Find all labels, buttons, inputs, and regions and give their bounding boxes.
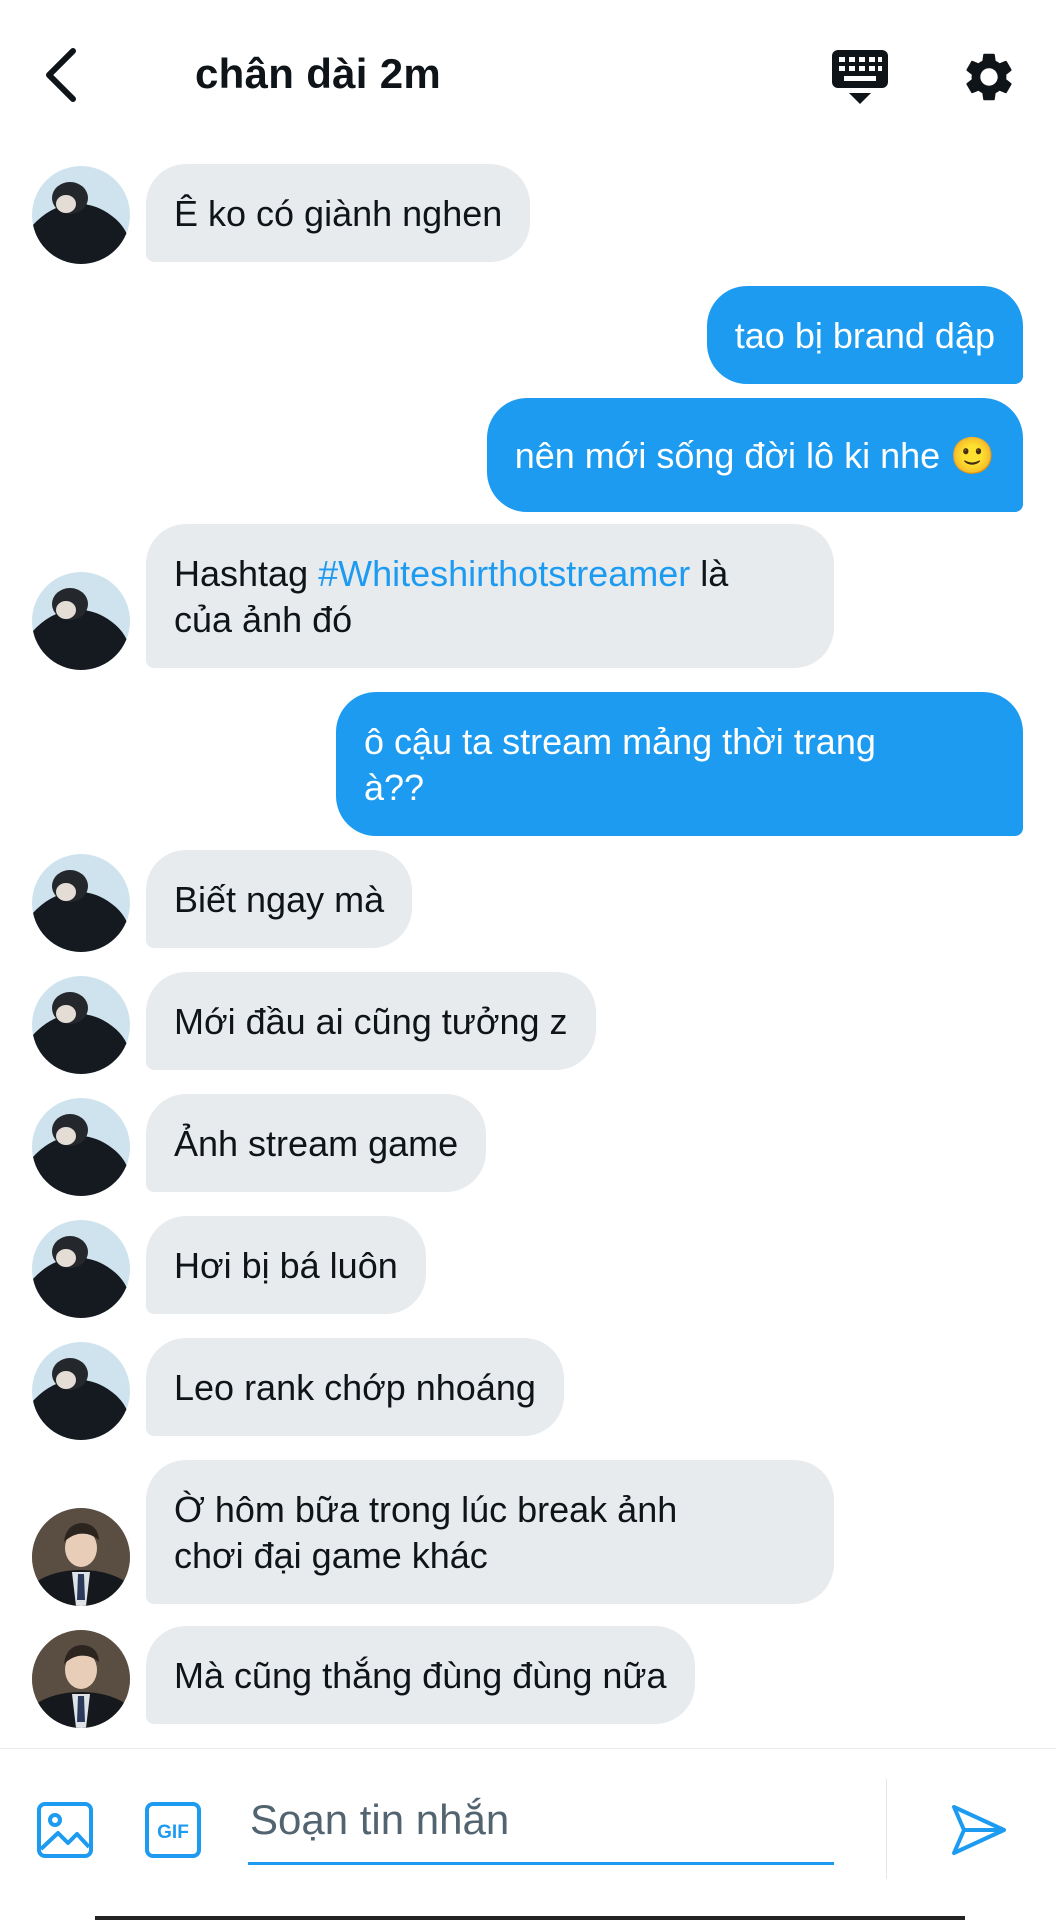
message-incoming: Hơi bị bá luôn: [146, 1216, 426, 1314]
message-incoming: Ờ hôm bữa trong lúc break ảnh chơi đại g…: [146, 1460, 834, 1604]
gif-icon: GIF: [145, 1802, 201, 1858]
conversation-title: chân dài 2m: [195, 50, 442, 97]
message-incoming: Leo rank chớp nhoáng: [146, 1338, 564, 1436]
chevron-left-icon: [46, 48, 76, 102]
message-outgoing: ô cậu ta stream mảng thời trang à??: [336, 692, 1023, 836]
keyboard-icon: [832, 50, 888, 104]
message-incoming: Biết ngay mà: [146, 850, 413, 948]
message-text: Hơi bị bá luôn: [146, 1216, 426, 1314]
message-incoming: Ê ko có giành nghen: [146, 164, 531, 262]
avatar-image: [32, 1098, 130, 1196]
message-outgoing: nên mới sống đời lô ki nhe 🙂: [486, 398, 1023, 512]
avatar-image: [32, 1508, 130, 1606]
divider: [886, 1779, 887, 1879]
message-text: Leo rank chớp nhoáng: [146, 1338, 564, 1436]
message-text: Ê ko có giành nghen: [146, 164, 531, 262]
avatar-image: [32, 1220, 130, 1318]
keyboard-button[interactable]: [830, 46, 890, 108]
avatar[interactable]: [32, 976, 130, 1074]
message-text: Hashtag #Whiteshirthotstreamer là của ản…: [146, 524, 834, 668]
send-icon: [952, 1805, 1006, 1855]
message-text-line1: ô cậu ta stream mảng thời trang: [364, 721, 876, 762]
avatar-image: [32, 1342, 130, 1440]
message-composer: GIF: [0, 1748, 1056, 1920]
hashtag-link[interactable]: #Whiteshirthotstreamer: [318, 553, 690, 594]
message-text-line2: chơi đại game khác: [174, 1535, 488, 1576]
message-input[interactable]: [248, 1777, 834, 1865]
message-text-line2: à??: [364, 767, 425, 808]
message-text: Mới đầu ai cũng tưởng z: [146, 972, 596, 1070]
message-incoming: Mà cũng thắng đùng đùng nữa: [146, 1626, 695, 1724]
home-indicator: [95, 1916, 965, 1920]
avatar-image: [32, 854, 130, 952]
avatar[interactable]: [32, 854, 130, 952]
message-text-suffix: là: [690, 553, 729, 594]
message-outgoing: tao bị brand dập: [706, 286, 1023, 384]
message-text: tao bị brand dập: [706, 286, 1023, 384]
avatar[interactable]: [32, 1630, 130, 1728]
message-text: nên mới sống đời lô ki nhe 🙂: [486, 398, 1023, 512]
message-text-line1: Ờ hôm bữa trong lúc break ảnh: [174, 1489, 678, 1530]
avatar[interactable]: [32, 1342, 130, 1440]
message-text: Biết ngay mà: [146, 850, 413, 948]
conversation-header: chân dài 2m: [0, 0, 1056, 150]
message-text: Ảnh stream game: [146, 1094, 487, 1192]
message-incoming: Hashtag #Whiteshirthotstreamer là của ản…: [146, 524, 834, 668]
add-gif-button[interactable]: GIF: [144, 1801, 202, 1859]
avatar-image: [32, 572, 130, 670]
avatar-image: [32, 166, 130, 264]
settings-button[interactable]: [960, 48, 1018, 106]
add-image-button[interactable]: [36, 1801, 94, 1859]
avatar[interactable]: [32, 1508, 130, 1606]
message-text-content: nên mới sống đời lô ki nhe: [514, 435, 941, 476]
message-text: Ờ hôm bữa trong lúc break ảnh chơi đại g…: [146, 1460, 834, 1604]
avatar[interactable]: [32, 572, 130, 670]
message-incoming: Mới đầu ai cũng tưởng z: [146, 972, 596, 1070]
image-icon: [37, 1802, 93, 1858]
back-button[interactable]: [36, 42, 86, 108]
avatar-image: [32, 976, 130, 1074]
message-text: ô cậu ta stream mảng thời trang à??: [336, 692, 1023, 836]
message-text-line2: của ảnh đó: [174, 599, 353, 640]
avatar[interactable]: [32, 166, 130, 264]
message-text-prefix: Hashtag: [174, 553, 319, 594]
message-incoming: Ảnh stream game: [146, 1094, 487, 1192]
message-list[interactable]: Ê ko có giành nghen tao bị brand dập nên…: [0, 150, 1056, 1748]
gear-icon: [966, 53, 1012, 101]
message-text: Mà cũng thắng đùng đùng nữa: [146, 1626, 695, 1724]
smiley-emoji: 🙂: [950, 435, 995, 476]
avatar[interactable]: [32, 1220, 130, 1318]
send-button[interactable]: [950, 1801, 1008, 1859]
gif-label: GIF: [157, 1822, 189, 1843]
avatar-image: [32, 1630, 130, 1728]
avatar[interactable]: [32, 1098, 130, 1196]
